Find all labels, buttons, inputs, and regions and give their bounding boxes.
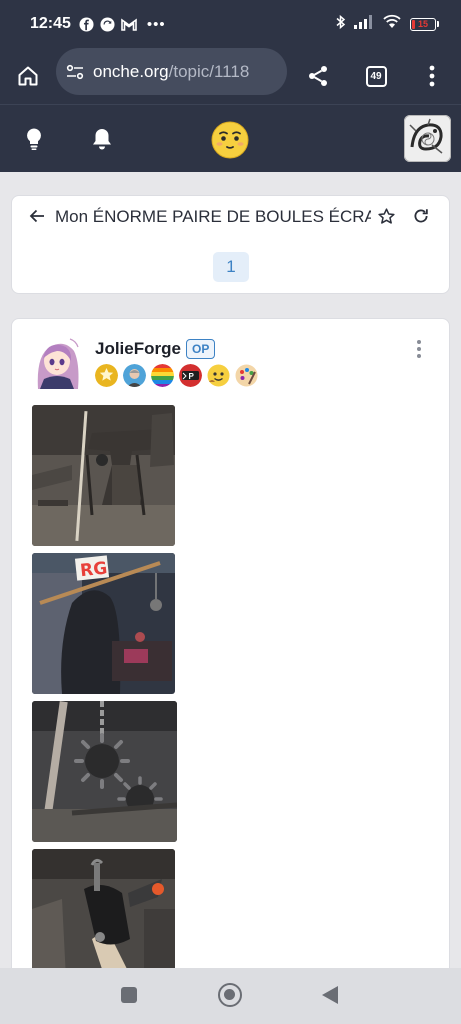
spiked-ball-photo[interactable] xyxy=(32,701,177,842)
share-icon xyxy=(309,66,327,86)
battery-level: 15 xyxy=(417,19,428,29)
post-author-name[interactable]: JolieForge xyxy=(95,339,181,359)
palette-badge-icon[interactable] xyxy=(235,364,258,387)
topic-title[interactable]: Mon ÉNORME PAIRE DE BOULES ÉCRA xyxy=(55,207,371,227)
sync-icon xyxy=(100,16,115,32)
signal-icon xyxy=(354,14,374,34)
arrow-left-icon xyxy=(29,209,44,223)
op-badge: OP xyxy=(186,339,216,359)
author-badges xyxy=(95,364,258,387)
site-logo[interactable] xyxy=(211,121,249,159)
author-avatar[interactable] xyxy=(30,335,84,389)
share-button[interactable] xyxy=(298,56,338,96)
back-nav-button[interactable] xyxy=(322,986,338,1004)
gmail-icon xyxy=(121,17,137,31)
recent-apps-button[interactable] xyxy=(121,987,137,1003)
person-with-axe-photo[interactable]: RG xyxy=(32,553,175,694)
android-nav-bar xyxy=(0,968,461,1024)
facebook-icon xyxy=(79,16,94,32)
status-bar: 12:45 ••• 15 xyxy=(0,0,461,48)
home-nav-button[interactable] xyxy=(218,983,242,1007)
user-avatar[interactable] xyxy=(404,115,451,162)
bell-icon xyxy=(93,129,111,150)
url-domain: onche.org xyxy=(93,61,169,81)
url-bar[interactable]: onche.org/topic/1118 xyxy=(56,48,287,95)
rainbow-badge-icon[interactable] xyxy=(151,364,174,387)
battery-icon: 15 xyxy=(410,17,439,31)
browser-toolbar: onche.org/topic/1118 49 xyxy=(0,48,461,104)
status-right: 15 xyxy=(336,14,439,35)
status-left-icons: ••• xyxy=(79,16,166,33)
bluetooth-icon xyxy=(336,14,346,35)
post-card: JolieForge OP RG xyxy=(11,318,450,998)
site-nav xyxy=(0,104,461,172)
tab-count: 49 xyxy=(365,65,387,87)
wifi-icon xyxy=(382,14,402,34)
p-badge-icon[interactable] xyxy=(179,364,202,387)
smiley-logo-icon xyxy=(211,121,249,159)
star-badge-icon[interactable] xyxy=(95,364,118,387)
status-time: 12:45 xyxy=(30,15,71,32)
url-text: onche.org/topic/1118 xyxy=(93,62,249,82)
forge-anvil-photo[interactable] xyxy=(32,405,175,546)
tabs-button[interactable]: 49 xyxy=(356,56,396,96)
more-vert-icon xyxy=(429,65,435,87)
post-menu-button[interactable] xyxy=(410,339,428,361)
portrait-badge-icon[interactable] xyxy=(123,364,146,387)
more-vert-icon xyxy=(417,340,421,358)
topic-header-card: Mon ÉNORME PAIRE DE BOULES ÉCRA 1 xyxy=(11,195,450,294)
lightbulb-button[interactable] xyxy=(20,125,48,153)
back-button[interactable] xyxy=(29,208,47,226)
more-icon: ••• xyxy=(146,15,166,33)
site-settings-icon[interactable] xyxy=(65,62,85,82)
svg-text:RG: RG xyxy=(79,558,108,581)
refresh-icon xyxy=(414,209,428,223)
home-button[interactable] xyxy=(0,48,56,104)
emoji-badge-icon[interactable] xyxy=(207,364,230,387)
browser-menu-button[interactable] xyxy=(412,56,452,96)
dragon-avatar-icon xyxy=(404,115,451,162)
favorite-button[interactable] xyxy=(377,207,397,227)
notifications-button[interactable] xyxy=(88,125,116,153)
url-path: /topic/1118 xyxy=(168,61,250,81)
lightbulb-icon xyxy=(27,128,41,150)
refresh-button[interactable] xyxy=(412,207,432,227)
anime-girl-avatar-icon xyxy=(30,335,84,389)
star-icon xyxy=(378,208,395,224)
page-button[interactable]: 1 xyxy=(213,252,249,282)
home-icon xyxy=(18,66,38,86)
